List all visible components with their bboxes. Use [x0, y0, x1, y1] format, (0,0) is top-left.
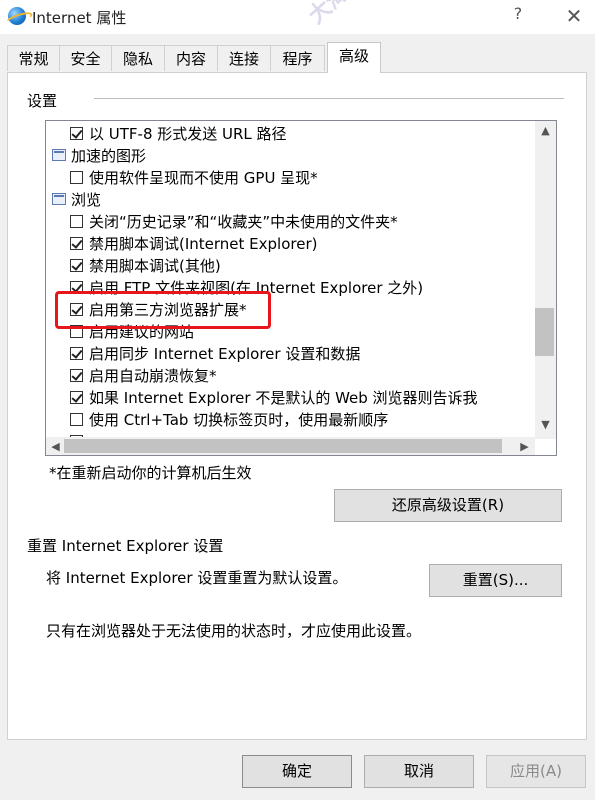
settings-option[interactable]: 启用自动崩溃恢复* — [46, 365, 534, 387]
settings-option-label: 以 UTF-8 形式发送 URL 路径 — [89, 125, 287, 143]
settings-option-label: 关闭“历史记录”和“收藏夹”中未使用的文件夹* — [89, 213, 398, 231]
settings-option[interactable]: 使用 Ctrl+Tab 切换标签页时，使用最新顺序 — [46, 409, 534, 431]
highlight-box — [55, 291, 271, 329]
checkbox-unchecked[interactable] — [70, 413, 83, 426]
settings-option[interactable]: 禁用脚本调试(Internet Explorer) — [46, 233, 534, 255]
close-button[interactable]: ✕ — [560, 2, 588, 30]
checkbox-checked[interactable] — [70, 391, 83, 404]
checkbox-checked[interactable] — [70, 127, 83, 140]
scroll-right-icon[interactable]: ▶ — [515, 440, 534, 453]
ok-button[interactable]: 确定 — [242, 755, 352, 788]
settings-option[interactable]: 如果 Internet Explorer 不是默认的 Web 浏览器则告诉我 — [46, 387, 534, 409]
tab-general[interactable]: 常规 — [7, 45, 60, 71]
settings-option-label: 使用软件呈现而不使用 GPU 呈现* — [89, 169, 318, 187]
settings-option[interactable]: 使用软件呈现而不使用 GPU 呈现* — [46, 167, 534, 189]
settings-option[interactable]: 禁用脚本调试(其他) — [46, 255, 534, 277]
settings-list[interactable]: 以 UTF-8 形式发送 URL 路径加速的图形使用软件呈现而不使用 GPU 呈… — [45, 120, 557, 456]
tab-security[interactable]: 安全 — [59, 45, 112, 71]
settings-divider — [94, 98, 564, 99]
tab-privacy[interactable]: 隐私 — [111, 45, 165, 71]
settings-option-label: 启用同步 Internet Explorer 设置和数据 — [89, 345, 361, 363]
settings-option[interactable]: 启用同步 Internet Explorer 设置和数据 — [46, 343, 534, 365]
reset-hint: 只有在浏览器处于无法使用的状态时，才应使用此设置。 — [46, 622, 422, 640]
reset-description: 将 Internet Explorer 设置重置为默认设置。 — [46, 569, 348, 587]
tab-programs[interactable]: 程序 — [270, 45, 325, 71]
restore-advanced-settings-button[interactable]: 还原高级设置(R) — [334, 489, 562, 522]
settings-group: 加速的图形 — [46, 145, 534, 167]
window-title: Internet 属性 — [32, 9, 127, 27]
settings-option-label: 禁用脚本调试(其他) — [89, 257, 221, 275]
checkbox-checked[interactable] — [70, 347, 83, 360]
reset-section-label: 重置 Internet Explorer 设置 — [27, 537, 224, 555]
reset-button[interactable]: 重置(S)... — [429, 564, 562, 597]
tab-content[interactable]: 内容 — [164, 45, 218, 71]
restart-note: *在重新启动你的计算机后生效 — [49, 464, 252, 482]
settings-option[interactable]: 关闭“历史记录”和“收藏夹”中未使用的文件夹* — [46, 211, 534, 233]
settings-label: 设置 — [27, 90, 64, 111]
tab-connections[interactable]: 连接 — [217, 45, 271, 71]
horizontal-scroll-thumb[interactable] — [64, 439, 502, 453]
settings-option-label: 禁用脚本调试(Internet Explorer) — [89, 235, 318, 253]
vertical-scroll-thumb[interactable] — [535, 308, 554, 356]
settings-option-label: 如果 Internet Explorer 不是默认的 Web 浏览器则告诉我 — [89, 389, 478, 407]
scroll-up-icon[interactable]: ▲ — [536, 124, 555, 137]
checkbox-unchecked[interactable] — [70, 171, 83, 184]
settings-option[interactable]: 以 UTF-8 形式发送 URL 路径 — [46, 123, 534, 145]
folder-icon — [52, 149, 66, 161]
settings-option-label: 浏览 — [71, 191, 102, 209]
help-button[interactable]: ? — [506, 4, 530, 28]
settings-group: 浏览 — [46, 189, 534, 211]
scroll-left-icon[interactable]: ◀ — [46, 440, 65, 453]
settings-option-label: 加速的图形 — [71, 147, 147, 165]
internet-explorer-icon — [8, 7, 26, 25]
settings-option-label: 启用自动崩溃恢复* — [89, 367, 217, 385]
tab-advanced[interactable]: 高级 — [327, 42, 381, 73]
apply-button[interactable]: 应用(A) — [486, 755, 586, 788]
vertical-scrollbar[interactable] — [535, 121, 556, 439]
settings-option-label: 使用 Ctrl+Tab 切换标签页时，使用最新顺序 — [89, 411, 389, 429]
checkbox-unchecked[interactable] — [70, 215, 83, 228]
folder-icon — [52, 193, 66, 205]
checkbox-checked[interactable] — [70, 237, 83, 250]
checkbox-checked[interactable] — [70, 259, 83, 272]
cancel-button[interactable]: 取消 — [364, 755, 474, 788]
scroll-down-icon[interactable]: ▼ — [536, 418, 555, 431]
checkbox-checked[interactable] — [70, 369, 83, 382]
